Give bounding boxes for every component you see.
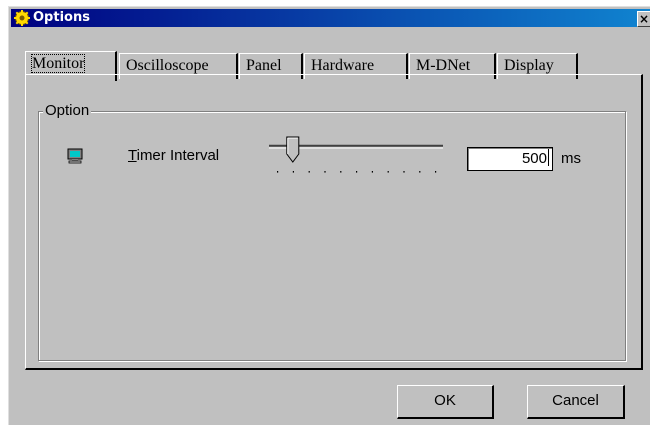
tab-display-label: Display — [504, 57, 554, 74]
tab-monitor-label: Monitor — [30, 54, 86, 73]
timer-interval-slider[interactable] — [263, 136, 447, 176]
timer-interval-label-rest: imer Interval — [136, 147, 220, 164]
tab-panel-label: Panel — [246, 57, 282, 74]
text-caret — [548, 149, 549, 166]
slider-tick — [277, 171, 279, 173]
timer-interval-input[interactable]: 500 — [467, 147, 553, 171]
option-group-label: Option — [43, 101, 92, 121]
window-title: Options — [33, 10, 90, 25]
timer-interval-units: ms — [561, 150, 581, 167]
slider-tick — [340, 171, 342, 173]
slider-thumb — [286, 136, 300, 163]
slider-tick — [387, 171, 389, 173]
slider-tick — [371, 171, 373, 173]
tab-hardware-label: Hardware — [311, 57, 375, 74]
timer-interval-value: 500 — [521, 150, 547, 167]
slider-tick — [356, 171, 358, 173]
timer-interval-label: Timer Interval — [128, 143, 219, 169]
slider-tick — [435, 171, 437, 173]
tab-m-dnet-label: M-DNet — [416, 57, 471, 74]
slider-tick — [419, 171, 421, 173]
ok-button[interactable]: OK — [397, 385, 494, 419]
title-bar[interactable]: Options × — [11, 9, 650, 27]
slider-tick — [308, 171, 310, 173]
timer-interval-mnemonic: T — [128, 147, 137, 164]
close-button[interactable]: × — [637, 11, 650, 27]
options-dialog: Options × Monitor Oscilloscope Panel Har… — [8, 6, 650, 425]
app-gear-icon — [14, 10, 30, 26]
slider-tick — [403, 171, 405, 173]
slider-tick — [324, 171, 326, 173]
tab-panel-monitor: Option — [25, 74, 643, 370]
tab-oscilloscope-label: Oscilloscope — [126, 57, 209, 74]
slider-tick — [292, 171, 294, 173]
cancel-button[interactable]: Cancel — [527, 385, 625, 419]
monitor-icon — [67, 148, 83, 164]
